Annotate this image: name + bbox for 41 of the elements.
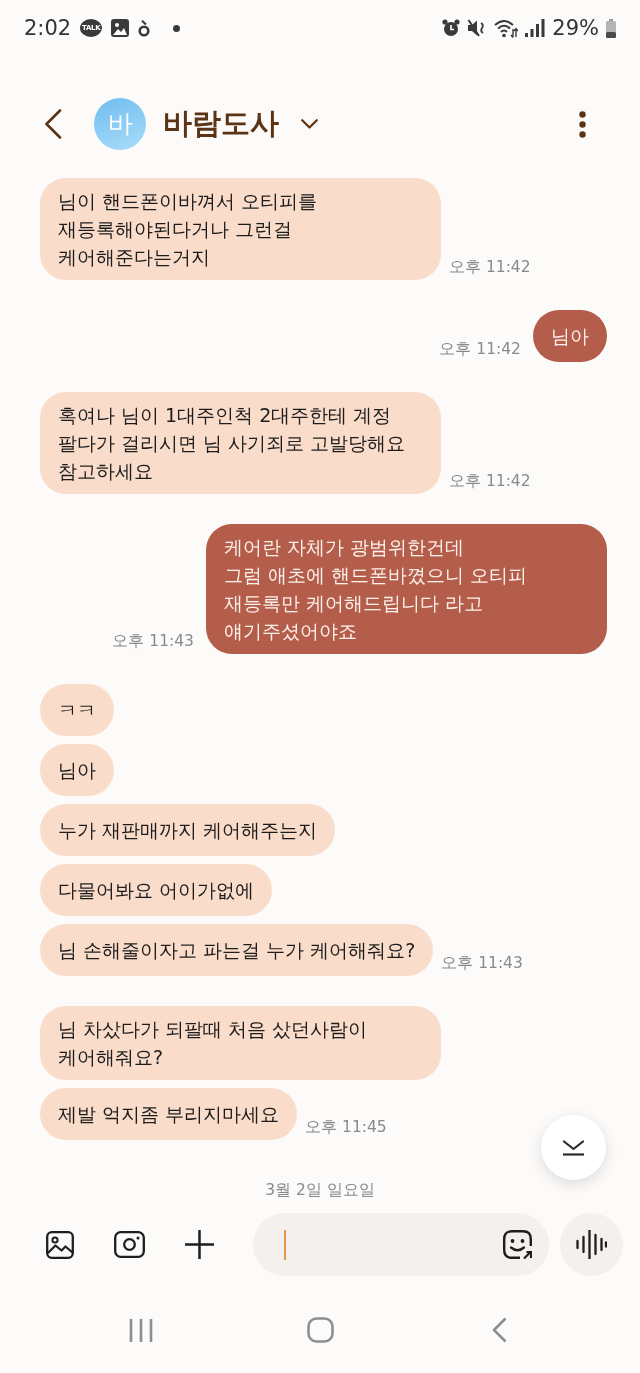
message-bubble: 님 손해줄이자고 파는걸 누가 케어해줘요? (40, 924, 434, 976)
message-bubble: 님이 핸드폰이바껴서 오티피를 재등록해야된다거나 그런걸 케어해준다는거지 (40, 178, 441, 280)
message-time: 오후 11:43 (441, 953, 523, 973)
image-icon (111, 19, 130, 37)
back-icon[interactable] (44, 109, 62, 139)
message-time: 오후 11:42 (449, 257, 531, 277)
contact-name[interactable]: 바람도사 (163, 104, 279, 144)
chevron-down-icon[interactable] (301, 119, 318, 129)
date-separator: 3월 2일 일요일 (265, 1180, 375, 1200)
message-bubble: 제발 억지좀 부리지마세요 (40, 1088, 298, 1140)
message-time: 오후 11:42 (449, 471, 531, 491)
message-bubble: 혹여나 님이 1대주인척 2대주한테 계정 팔다가 걸리시면 님 사기죄로 고발당해요 참고하세요 (40, 392, 441, 494)
message-bubble: 님아 (533, 310, 607, 362)
dot-icon (173, 24, 181, 32)
signal-icon (525, 19, 546, 37)
wifi-icon (494, 18, 519, 38)
message-time: 오후 11:45 (305, 1117, 387, 1137)
chevron-down-bar-icon (562, 1139, 585, 1156)
gallery-icon[interactable] (46, 1230, 74, 1259)
plus-icon[interactable] (185, 1230, 214, 1259)
battery-icon (606, 18, 616, 38)
recent-apps-icon[interactable] (129, 1317, 153, 1343)
ring-icon (138, 19, 151, 37)
message-time: 오후 11:43 (112, 631, 194, 651)
text-cursor (284, 1229, 286, 1260)
message-bubble: 님아 (40, 744, 114, 796)
more-options-icon[interactable] (579, 110, 586, 138)
status-time: 2:02 (24, 16, 72, 40)
message-bubble: ㅋㅋ (40, 684, 114, 736)
message-bubble: 님 차샀다가 되팔때 처음 샀던사람이 케어해줘요? (40, 1006, 441, 1080)
alarm-clock-icon (442, 19, 461, 37)
home-icon[interactable] (306, 1317, 334, 1343)
scroll-down-button[interactable] (541, 1115, 606, 1180)
camera-icon[interactable] (114, 1231, 145, 1258)
message-time: 오후 11:42 (439, 339, 521, 359)
sticker-smile-icon[interactable] (503, 1230, 532, 1259)
message-bubble: 케어란 자체가 광범위한건데 그럼 애초에 핸드폰바꼈으니 오티피 재등록만 케어해드립니다 라고 얘기주셨어야죠 (206, 524, 607, 654)
message-bubble: 누가 재판매까지 케어해주는지 (40, 804, 336, 856)
message-bubble: 다물어봐요 어이가없에 (40, 864, 273, 916)
battery-percent: 29% (552, 16, 599, 40)
waveform-icon (576, 1230, 607, 1259)
